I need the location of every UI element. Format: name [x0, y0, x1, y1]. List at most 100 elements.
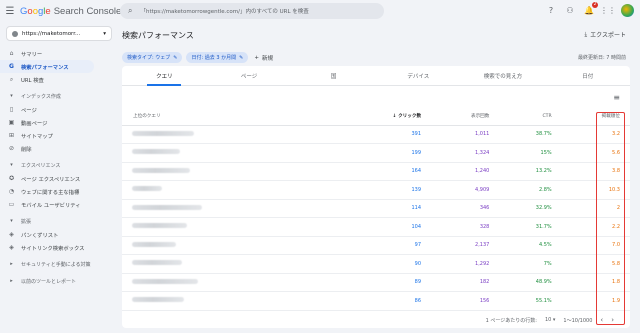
clicks-cell: 199	[338, 143, 432, 163]
home-icon: ⌂	[9, 50, 14, 57]
impressions-cell: 4,909	[431, 180, 500, 200]
table-row[interactable]: 90 1,292 7% 5.8	[122, 254, 630, 274]
eye-off-icon: ⊘	[8, 145, 15, 152]
section-indexing[interactable]: ▾ インデックス作成	[0, 89, 118, 103]
rows-per-page-select[interactable]: 10 ▾	[545, 317, 555, 323]
ctr-cell: 32.9%	[499, 199, 562, 218]
query-cell-redacted	[122, 162, 339, 181]
sidebar-item-summary[interactable]: ⌂ サマリー	[0, 47, 118, 60]
property-selector[interactable]: https://maketomorr... ▾	[6, 26, 112, 41]
menu-icon[interactable]: ☰	[0, 6, 20, 17]
chevron-down-icon: ▾	[10, 93, 13, 99]
app-logo[interactable]: Google Search Console	[20, 6, 121, 17]
sidebar-item-label: 動画ページ	[21, 120, 48, 127]
table-row[interactable]: 164 1,240 13.2% 3.8	[122, 162, 630, 181]
top-icons: ? ⚇ 🔔 2 ⋮⋮	[545, 1, 634, 17]
table-row[interactable]: 89 182 48.9% 1.8	[122, 273, 630, 292]
table-row[interactable]: 86 156 55.1% 1.9	[122, 291, 630, 311]
sidebar-item-performance[interactable]: G 検索パフォーマンス	[0, 60, 94, 73]
prev-page-icon[interactable]: ‹	[600, 316, 603, 324]
sidebar-item-pages[interactable]: ▯ ページ	[0, 103, 118, 116]
url-inspect-search[interactable]: ⌕ 「https://maketomorrowgentle.com/」内のすべて…	[120, 3, 384, 19]
search-icon: ⌕	[128, 6, 133, 15]
redacted-query	[132, 278, 198, 284]
account-settings-icon[interactable]: ⚇	[564, 5, 576, 17]
position-cell: 3.2	[561, 125, 630, 144]
table-row[interactable]: 104 328 31.7% 2.2	[122, 217, 630, 237]
sidebar-item-core-web-vitals[interactable]: ◔ ウェブに関する主な指標	[0, 185, 118, 198]
help-icon[interactable]: ?	[545, 5, 557, 17]
sidebar-item-removals[interactable]: ⊘ 削除	[0, 142, 118, 155]
tab-search-appearance[interactable]: 検索での見え方	[461, 66, 546, 85]
edit-icon: ✎	[239, 54, 244, 61]
table-row[interactable]: 391 1,011 38.7% 3.2	[122, 125, 630, 144]
sidebar-item-label: ページ	[21, 107, 37, 114]
rows-per-page-label: 1 ページあたりの行数:	[485, 317, 537, 324]
col-position[interactable]: 掲載順位	[561, 108, 630, 126]
redacted-query	[132, 167, 190, 173]
notification-badge: 2	[592, 1, 598, 8]
tab-queries[interactable]: クエリ	[122, 66, 207, 86]
table-row[interactable]: 114 346 32.9% 2	[122, 199, 630, 218]
tab-pages[interactable]: ページ	[207, 66, 292, 85]
filter-chip-date[interactable]: 日付: 過去 3 か月間 ✎	[186, 52, 249, 63]
section-legacy-tools[interactable]: ▸ 以前のツールとレポート	[0, 274, 118, 288]
col-impressions[interactable]: 表示回数	[431, 108, 500, 126]
notifications-icon[interactable]: 🔔 2	[583, 1, 598, 17]
section-label: エクスペリエンス	[21, 162, 61, 169]
sidebar-item-label: ページ エクスペリエンス	[21, 176, 81, 183]
sidebar-item-sitelinks-searchbox[interactable]: ◈ サイトリンク検索ボックス	[0, 241, 118, 254]
sidebar-item-label: パンくずリスト	[21, 232, 59, 239]
download-icon: ⤓	[584, 30, 588, 38]
sidebar-item-video-pages[interactable]: ▣ 動画ページ	[0, 116, 118, 129]
section-security[interactable]: ▸ セキュリティと手動による対策	[0, 257, 118, 271]
filter-icon[interactable]: ≡	[613, 93, 620, 102]
sidebar-item-sitemaps[interactable]: ⊞ サイトマップ	[0, 129, 118, 142]
avatar[interactable]	[621, 4, 634, 17]
sidebar-item-breadcrumbs[interactable]: ◈ パンくずリスト	[0, 228, 118, 241]
breadcrumb-icon: ◈	[9, 231, 14, 238]
apps-grid-icon[interactable]: ⋮⋮	[600, 5, 616, 17]
sidebar-item-url-inspection[interactable]: ⌕ URL 検査	[0, 73, 118, 86]
next-page-icon[interactable]: ›	[611, 316, 614, 324]
export-button[interactable]: ⤓ エクスポート	[584, 30, 626, 40]
redacted-query	[132, 297, 184, 303]
table-row[interactable]: 139 4,909 2.8% 10.3	[122, 180, 630, 200]
table-header: 上位のクエリ ↓ クリック数 表示回数 CTR 掲載順位	[122, 108, 630, 126]
query-cell-redacted	[122, 199, 339, 218]
rows-per-page-value: 10	[544, 317, 552, 323]
position-cell: 5.6	[561, 143, 630, 163]
filter-chip-search-type[interactable]: 検索タイプ: ウェブ ✎	[122, 52, 183, 63]
star-circle-icon: ✪	[8, 175, 15, 182]
redacted-query	[132, 223, 187, 229]
clicks-cell: 97	[338, 236, 432, 255]
sidebar-item-label: 検索パフォーマンス	[21, 64, 69, 71]
plus-icon: +	[254, 54, 259, 61]
tab-devices[interactable]: デバイス	[376, 66, 461, 85]
results-card: クエリ ページ 国 デバイス 検索での見え方 日付 ≡ 上位のクエリ ↓ クリッ…	[122, 66, 630, 328]
redacted-query	[132, 260, 182, 266]
col-ctr[interactable]: CTR	[499, 108, 562, 126]
clicks-cell: 164	[338, 162, 432, 181]
table-row[interactable]: 97 2,137 4.5% 7.0	[122, 236, 630, 255]
sidebar-item-page-experience[interactable]: ✪ ページ エクスペリエンス	[0, 172, 118, 185]
impressions-cell: 1,292	[431, 254, 500, 274]
chevron-down-icon: ▾	[103, 30, 106, 37]
phone-icon: ▭	[8, 201, 15, 208]
impressions-cell: 156	[431, 291, 500, 311]
ctr-cell: 55.1%	[499, 291, 562, 311]
query-cell-redacted	[122, 217, 339, 237]
query-cell-redacted	[122, 125, 339, 144]
section-experience[interactable]: ▾ エクスペリエンス	[0, 158, 118, 172]
section-label: セキュリティと手動による対策	[21, 261, 91, 268]
tab-countries[interactable]: 国	[291, 66, 376, 85]
position-cell: 1.9	[561, 291, 630, 311]
tab-dates[interactable]: 日付	[545, 66, 630, 85]
position-cell: 1.8	[561, 273, 630, 292]
add-filter-label: 新規	[261, 55, 273, 62]
add-filter-button[interactable]: + 新規	[254, 54, 273, 62]
sidebar-item-mobile-usability[interactable]: ▭ モバイル ユーザビリティ	[0, 198, 118, 211]
section-enhancements[interactable]: ▾ 拡張	[0, 214, 118, 228]
table-row[interactable]: 199 1,324 15% 5.6	[122, 143, 630, 163]
col-clicks[interactable]: ↓ クリック数	[338, 108, 432, 126]
